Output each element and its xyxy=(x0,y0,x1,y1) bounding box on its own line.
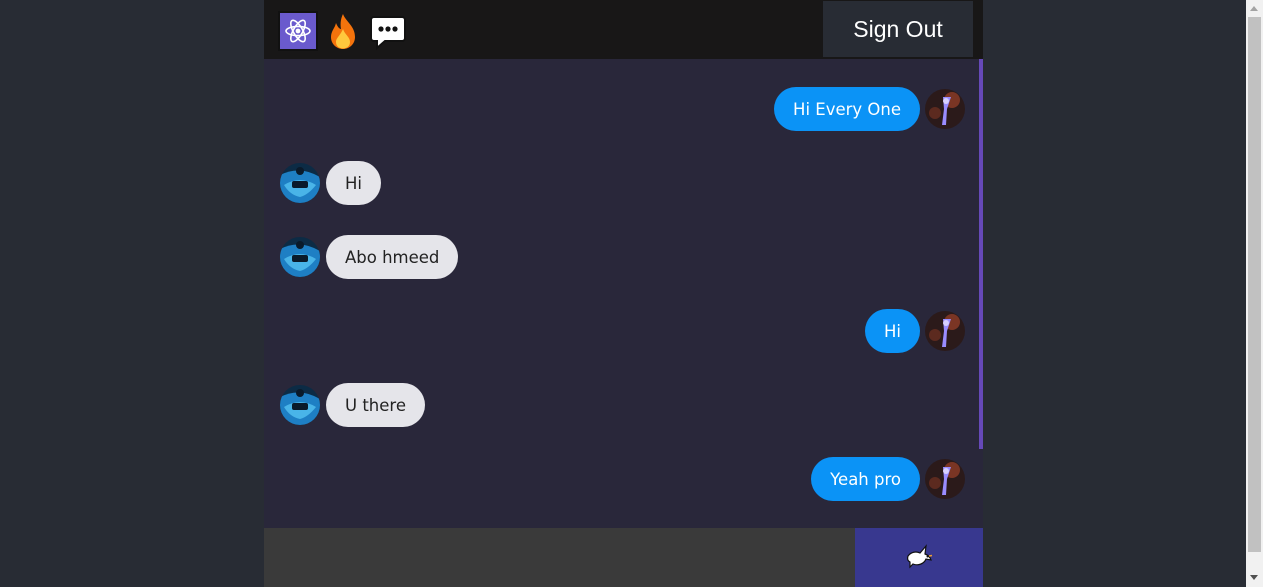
avatar xyxy=(280,237,320,277)
sign-out-button[interactable]: Sign Out xyxy=(823,1,973,57)
avatar xyxy=(280,385,320,425)
message-bubble: U there xyxy=(326,383,425,427)
message-bubble: Abo hmeed xyxy=(326,235,459,279)
message-list[interactable]: Hi Every One Hi Abo hmeed Hi U there Yea… xyxy=(264,59,983,528)
speech-bubble-icon xyxy=(368,11,408,51)
message-sent: Yeah pro xyxy=(811,457,965,501)
avatar xyxy=(280,163,320,203)
chat-app: Sign Out Hi Every One Hi Abo hmeed Hi U … xyxy=(264,0,983,587)
avatar xyxy=(925,89,965,129)
scroll-up-arrow-icon[interactable] xyxy=(1250,6,1258,11)
page-scrollbar[interactable] xyxy=(1246,0,1263,587)
message-sent: Hi Every One xyxy=(774,87,965,131)
message-bubble: Hi xyxy=(326,161,381,205)
dove-icon xyxy=(905,543,933,572)
message-sent: Hi xyxy=(865,309,965,353)
message-list-scrollbar[interactable] xyxy=(979,59,983,449)
message-received: Hi xyxy=(280,161,381,205)
page-scrollbar-thumb[interactable] xyxy=(1248,17,1261,552)
fire-icon xyxy=(323,11,363,51)
message-input[interactable] xyxy=(264,528,855,587)
app-header: Sign Out xyxy=(264,0,983,59)
message-bubble: Yeah pro xyxy=(811,457,920,501)
message-received: U there xyxy=(280,383,425,427)
send-button[interactable] xyxy=(855,528,983,587)
message-bubble: Hi xyxy=(865,309,920,353)
message-bubble: Hi Every One xyxy=(774,87,920,131)
avatar xyxy=(925,311,965,351)
message-received: Abo hmeed xyxy=(280,235,459,279)
react-atom-icon xyxy=(278,11,318,51)
message-composer xyxy=(264,528,983,587)
scroll-down-arrow-icon[interactable] xyxy=(1250,575,1258,580)
avatar xyxy=(925,459,965,499)
